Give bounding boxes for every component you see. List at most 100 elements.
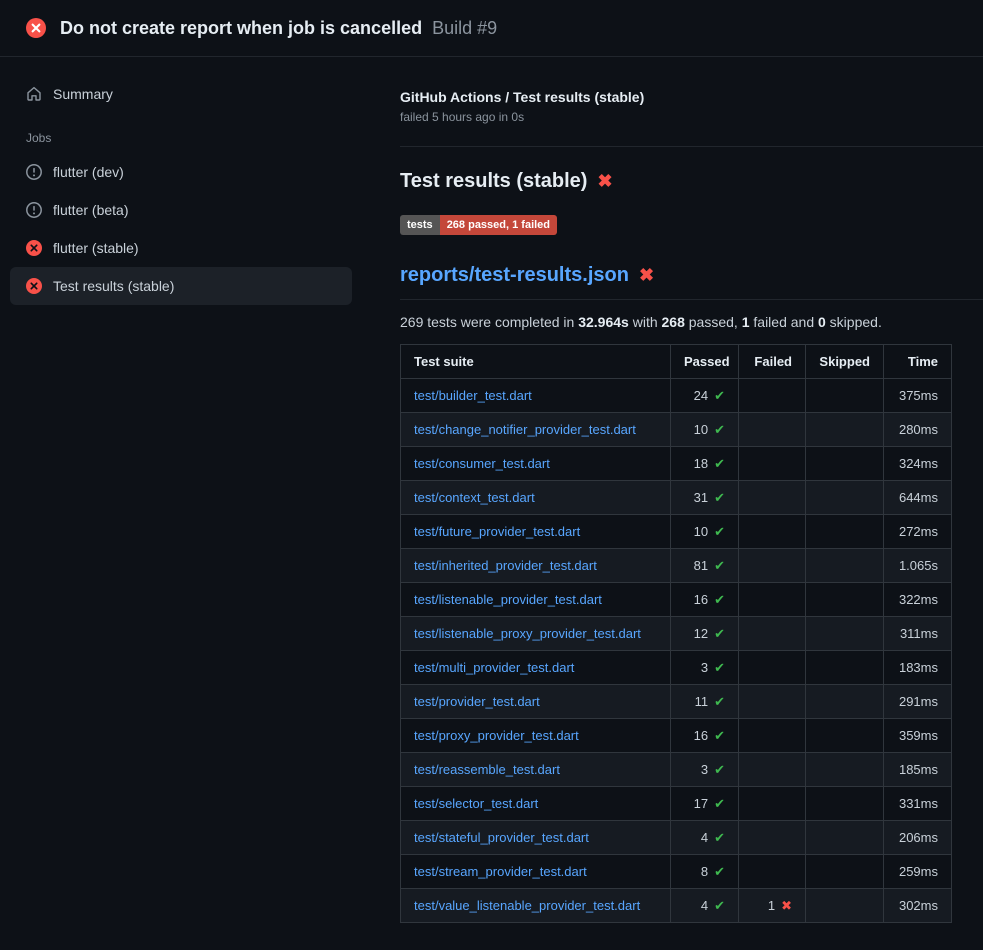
time-cell: 322ms xyxy=(884,583,952,617)
test-suite-link[interactable]: test/selector_test.dart xyxy=(414,796,538,811)
test-suite-link[interactable]: test/stream_provider_test.dart xyxy=(414,864,587,879)
passed-cell: 18 ✔ xyxy=(671,447,739,481)
summary-failed: 1 xyxy=(742,314,750,330)
passed-cell: 11✔ xyxy=(671,685,739,719)
app-root: Do not create report when job is cancell… xyxy=(0,0,983,950)
suite-cell: test/inherited_provider_test.dart xyxy=(401,549,671,583)
failed-cell xyxy=(739,617,806,651)
time-cell: 302ms xyxy=(884,889,952,923)
time-cell: 291ms xyxy=(884,685,952,719)
exclamation-circle-icon xyxy=(26,202,42,218)
sidebar-job-test-results-stable[interactable]: Test results (stable) xyxy=(10,267,352,305)
check-icon: ✔ xyxy=(714,796,725,811)
table-row: test/change_notifier_provider_test.dart 1… xyxy=(401,413,952,447)
test-suite-link[interactable]: test/provider_test.dart xyxy=(414,694,540,709)
job-label: flutter (dev) xyxy=(53,164,124,180)
check-icon: ✔ xyxy=(714,864,725,879)
test-suite-link[interactable]: test/change_notifier_provider_test.dart xyxy=(414,422,636,437)
test-suite-link[interactable]: test/context_test.dart xyxy=(414,490,535,505)
time-cell: 1.065s xyxy=(884,549,952,583)
table-row: test/listenable_proxy_provider_test.dart… xyxy=(401,617,952,651)
page-layout: Summary Jobs flutter (dev) flutter (beta)… xyxy=(0,57,983,950)
sidebar-summary-label: Summary xyxy=(53,86,113,102)
table-row: test/consumer_test.dart18✔324ms xyxy=(401,447,952,481)
report-link[interactable]: reports/test-results.json xyxy=(400,261,629,289)
passed-count: 16 xyxy=(694,592,708,607)
summary-passed: 268 xyxy=(662,314,685,330)
results-table: Test suite Passed Failed Skipped Time te… xyxy=(400,344,952,923)
table-row: test/inherited_provider_test.dart 81✔ 1.06… xyxy=(401,549,952,583)
failed-cell: 1✖ xyxy=(739,889,806,923)
skipped-cell xyxy=(806,379,884,413)
failed-cell xyxy=(739,753,806,787)
skipped-cell xyxy=(806,753,884,787)
table-row: test/future_provider_test.dart10✔272ms xyxy=(401,515,952,549)
test-suite-link[interactable]: test/listenable_proxy_provider_test.dart xyxy=(414,626,641,641)
skipped-cell xyxy=(806,889,884,923)
test-suite-link[interactable]: test/multi_provider_test.dart xyxy=(414,660,574,675)
suite-cell: test/consumer_test.dart xyxy=(401,447,671,481)
passed-count: 11 xyxy=(695,694,709,709)
time-cell: 375ms xyxy=(884,379,952,413)
sidebar-job-flutter-stable[interactable]: flutter (stable) xyxy=(10,229,352,267)
passed-cell: 31✔ xyxy=(671,481,739,515)
jobs-section-label: Jobs xyxy=(10,113,352,153)
failed-cell xyxy=(739,821,806,855)
suite-cell: test/listenable_proxy_provider_test.dart xyxy=(401,617,671,651)
passed-count: 16 xyxy=(694,728,708,743)
failed-cell xyxy=(739,447,806,481)
failed-cell xyxy=(739,413,806,447)
badge-label: tests xyxy=(400,215,440,235)
passed-cell: 81✔ xyxy=(671,549,739,583)
sidebar-item-summary[interactable]: Summary xyxy=(10,75,352,113)
passed-count: 10 xyxy=(694,422,708,437)
header-test-suite: Test suite xyxy=(401,345,671,379)
check-icon: ✔ xyxy=(714,558,725,573)
summary-text: with xyxy=(629,314,662,330)
sidebar-job-flutter-beta[interactable]: flutter (beta) xyxy=(10,191,352,229)
table-row: test/listenable_provider_test.dart16✔322… xyxy=(401,583,952,617)
test-suite-link[interactable]: test/inherited_provider_test.dart xyxy=(414,558,597,573)
table-row: test/multi_provider_test.dart3✔183ms xyxy=(401,651,952,685)
check-icon: ✔ xyxy=(714,456,725,471)
exclamation-circle-icon xyxy=(26,164,42,180)
failed-cell xyxy=(739,583,806,617)
time-cell: 311ms xyxy=(884,617,952,651)
suite-cell: test/value_listenable_provider_test.dart xyxy=(401,889,671,923)
failed-cell xyxy=(739,651,806,685)
skipped-cell xyxy=(806,549,884,583)
passed-count: 24 xyxy=(694,388,708,403)
passed-count: 4 xyxy=(701,830,708,845)
test-suite-link[interactable]: test/stateful_provider_test.dart xyxy=(414,830,589,845)
test-suite-link[interactable]: test/consumer_test.dart xyxy=(414,456,550,471)
badge-value: 268 passed, 1 failed xyxy=(440,215,557,235)
time-cell: 272ms xyxy=(884,515,952,549)
test-suite-link[interactable]: test/listenable_provider_test.dart xyxy=(414,592,602,607)
x-circle-icon xyxy=(26,18,46,38)
passed-cell: 3✔ xyxy=(671,753,739,787)
skipped-cell xyxy=(806,447,884,481)
passed-count: 10 xyxy=(694,524,708,539)
skipped-cell xyxy=(806,481,884,515)
job-label: flutter (beta) xyxy=(53,202,128,218)
passed-count: 18 xyxy=(694,456,708,471)
jobs-list: flutter (dev) flutter (beta) flutter (stab… xyxy=(10,153,352,305)
check-icon: ✔ xyxy=(714,728,725,743)
failed-cell xyxy=(739,515,806,549)
test-suite-link[interactable]: test/builder_test.dart xyxy=(414,388,532,403)
skipped-cell xyxy=(806,651,884,685)
table-row: test/stateful_provider_test.dart4✔206ms xyxy=(401,821,952,855)
summary-text: 269 tests were completed in xyxy=(400,314,578,330)
test-suite-link[interactable]: test/value_listenable_provider_test.dart xyxy=(414,898,640,913)
table-row: test/value_listenable_provider_test.dart… xyxy=(401,889,952,923)
check-icon: ✔ xyxy=(714,830,725,845)
test-suite-link[interactable]: test/proxy_provider_test.dart xyxy=(414,728,579,743)
failed-cell xyxy=(739,379,806,413)
test-suite-link[interactable]: test/future_provider_test.dart xyxy=(414,524,580,539)
table-row: test/selector_test.dart17✔331ms xyxy=(401,787,952,821)
passed-cell: 17✔ xyxy=(671,787,739,821)
build-header: Do not create report when job is cancell… xyxy=(0,0,983,57)
sidebar: Summary Jobs flutter (dev) flutter (beta)… xyxy=(0,57,368,950)
test-suite-link[interactable]: test/reassemble_test.dart xyxy=(414,762,560,777)
sidebar-job-flutter-dev[interactable]: flutter (dev) xyxy=(10,153,352,191)
